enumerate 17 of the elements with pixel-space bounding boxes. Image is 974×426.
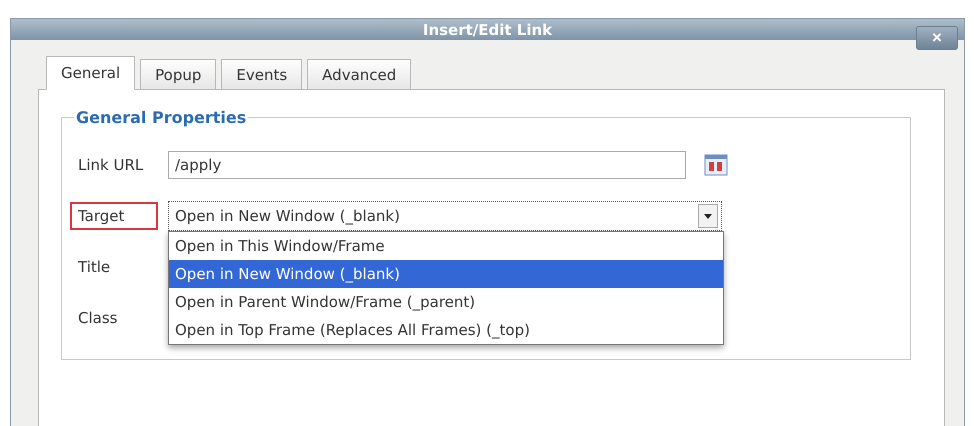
field-label: Title [77,256,112,278]
tab[interactable]: Popup [140,59,216,90]
browse-icon[interactable] [704,154,728,176]
group-legend: General Properties [74,108,248,127]
dropdown-option[interactable]: Open in This Window/Frame [169,232,723,260]
tab[interactable]: Advanced [307,59,412,90]
field-label: Class [77,308,118,328]
field-label: Target [70,202,158,230]
caret-icon [698,204,718,228]
url-field[interactable]: /apply [168,150,686,178]
dropdown-option[interactable]: Open in New Window (_blank) [169,260,723,288]
dropdown-option[interactable]: Open in Top Frame (Replaces All Frames) (_top) [169,316,723,344]
window-title: Insert/Edit Link [422,20,552,38]
tab[interactable]: General [46,56,136,90]
dropdown-option[interactable]: Open in Parent Window/Frame (_parent) [169,288,723,316]
tab[interactable]: Events [221,59,302,90]
field-label: Link URL [77,154,144,176]
